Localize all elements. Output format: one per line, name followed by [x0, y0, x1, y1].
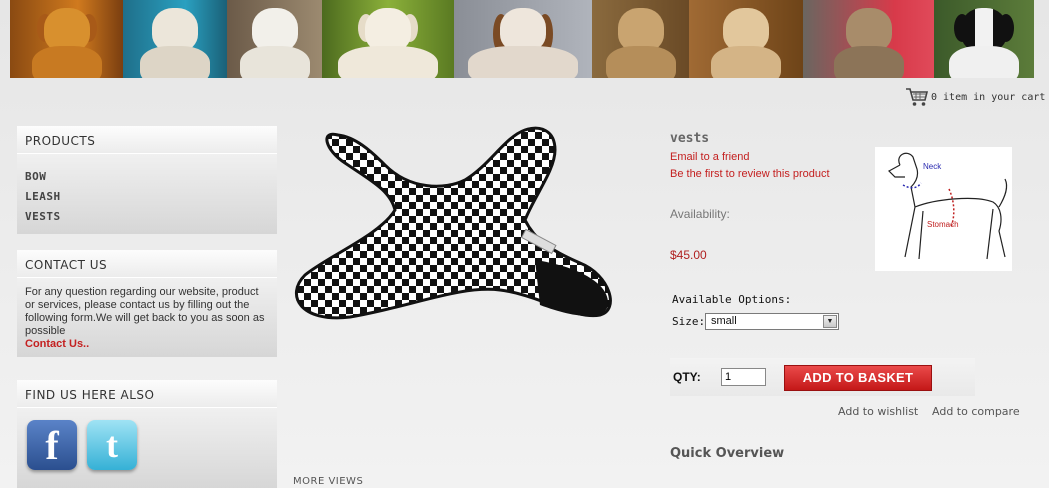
product-price: $45.00 — [670, 248, 707, 262]
add-to-compare-link[interactable]: Add to compare — [932, 405, 1020, 418]
shopping-cart-icon — [906, 88, 929, 106]
products-panel: PRODUCTS BOW LEASH VESTS — [17, 126, 277, 234]
banner-dog-shaggy — [689, 0, 803, 78]
category-link-leash[interactable]: LEASH — [25, 187, 269, 207]
size-chart-image: Neck Stomach — [875, 147, 1012, 271]
chart-neck-label: Neck — [923, 162, 942, 171]
contact-us-link[interactable]: Contact Us.. — [25, 338, 89, 350]
banner-dog-westie — [227, 0, 322, 78]
social-links: f t — [17, 408, 277, 488]
cart-summary[interactable]: 0 item in your cart — [905, 87, 1045, 107]
more-views-label: MORE VIEWS — [293, 476, 364, 487]
category-link-vests[interactable]: VESTS — [25, 207, 269, 227]
add-to-wishlist-link[interactable]: Add to wishlist — [838, 405, 918, 418]
size-label: Size: — [672, 315, 706, 328]
category-link-bow[interactable]: BOW — [25, 167, 269, 187]
banner-dog-golden — [10, 0, 123, 78]
size-select[interactable]: small ▼ — [705, 313, 839, 330]
add-to-basket-button[interactable]: ADD TO BASKET — [784, 365, 932, 391]
products-heading: PRODUCTS — [17, 126, 277, 154]
available-options-label: Available Options: — [672, 293, 792, 306]
twitter-glyph: t — [106, 425, 118, 465]
product-name: vests — [670, 131, 710, 146]
products-list: BOW LEASH VESTS — [17, 154, 277, 234]
facebook-icon[interactable]: f — [27, 420, 77, 470]
chart-stomach-label: Stomach — [927, 220, 959, 229]
size-selected-value: small — [711, 315, 737, 327]
banner-dog-bulldog — [123, 0, 227, 78]
banner-dog-fluffy — [322, 0, 454, 78]
availability-label: Availability: — [670, 207, 730, 221]
cart-count-text[interactable]: 0 item in your cart — [931, 92, 1045, 103]
banner-dog-terrier — [592, 0, 689, 78]
contact-text: For any question regarding our website, … — [25, 286, 265, 337]
qty-input[interactable] — [721, 368, 766, 386]
email-friend-link[interactable]: Email to a friend — [670, 151, 749, 163]
dog-banner — [10, 0, 1034, 78]
dropdown-arrow-icon[interactable]: ▼ — [823, 315, 837, 328]
social-panel: FIND US HERE ALSO f t — [17, 380, 277, 488]
review-link[interactable]: Be the first to review this product — [670, 168, 830, 180]
contact-heading: CONTACT US — [17, 250, 277, 278]
contact-body: For any question regarding our website, … — [17, 278, 277, 357]
banner-dog-basset — [454, 0, 592, 78]
quick-overview-heading: Quick Overview — [670, 446, 785, 461]
banner-dog-collie — [934, 0, 1034, 78]
facebook-glyph: f — [45, 422, 59, 468]
qty-label: QTY: — [673, 370, 701, 384]
contact-panel: CONTACT US For any question regarding ou… — [17, 250, 277, 357]
product-image[interactable] — [290, 125, 615, 325]
banner-dog-griffon — [803, 0, 934, 78]
social-heading: FIND US HERE ALSO — [17, 380, 277, 408]
twitter-icon[interactable]: t — [87, 420, 137, 470]
